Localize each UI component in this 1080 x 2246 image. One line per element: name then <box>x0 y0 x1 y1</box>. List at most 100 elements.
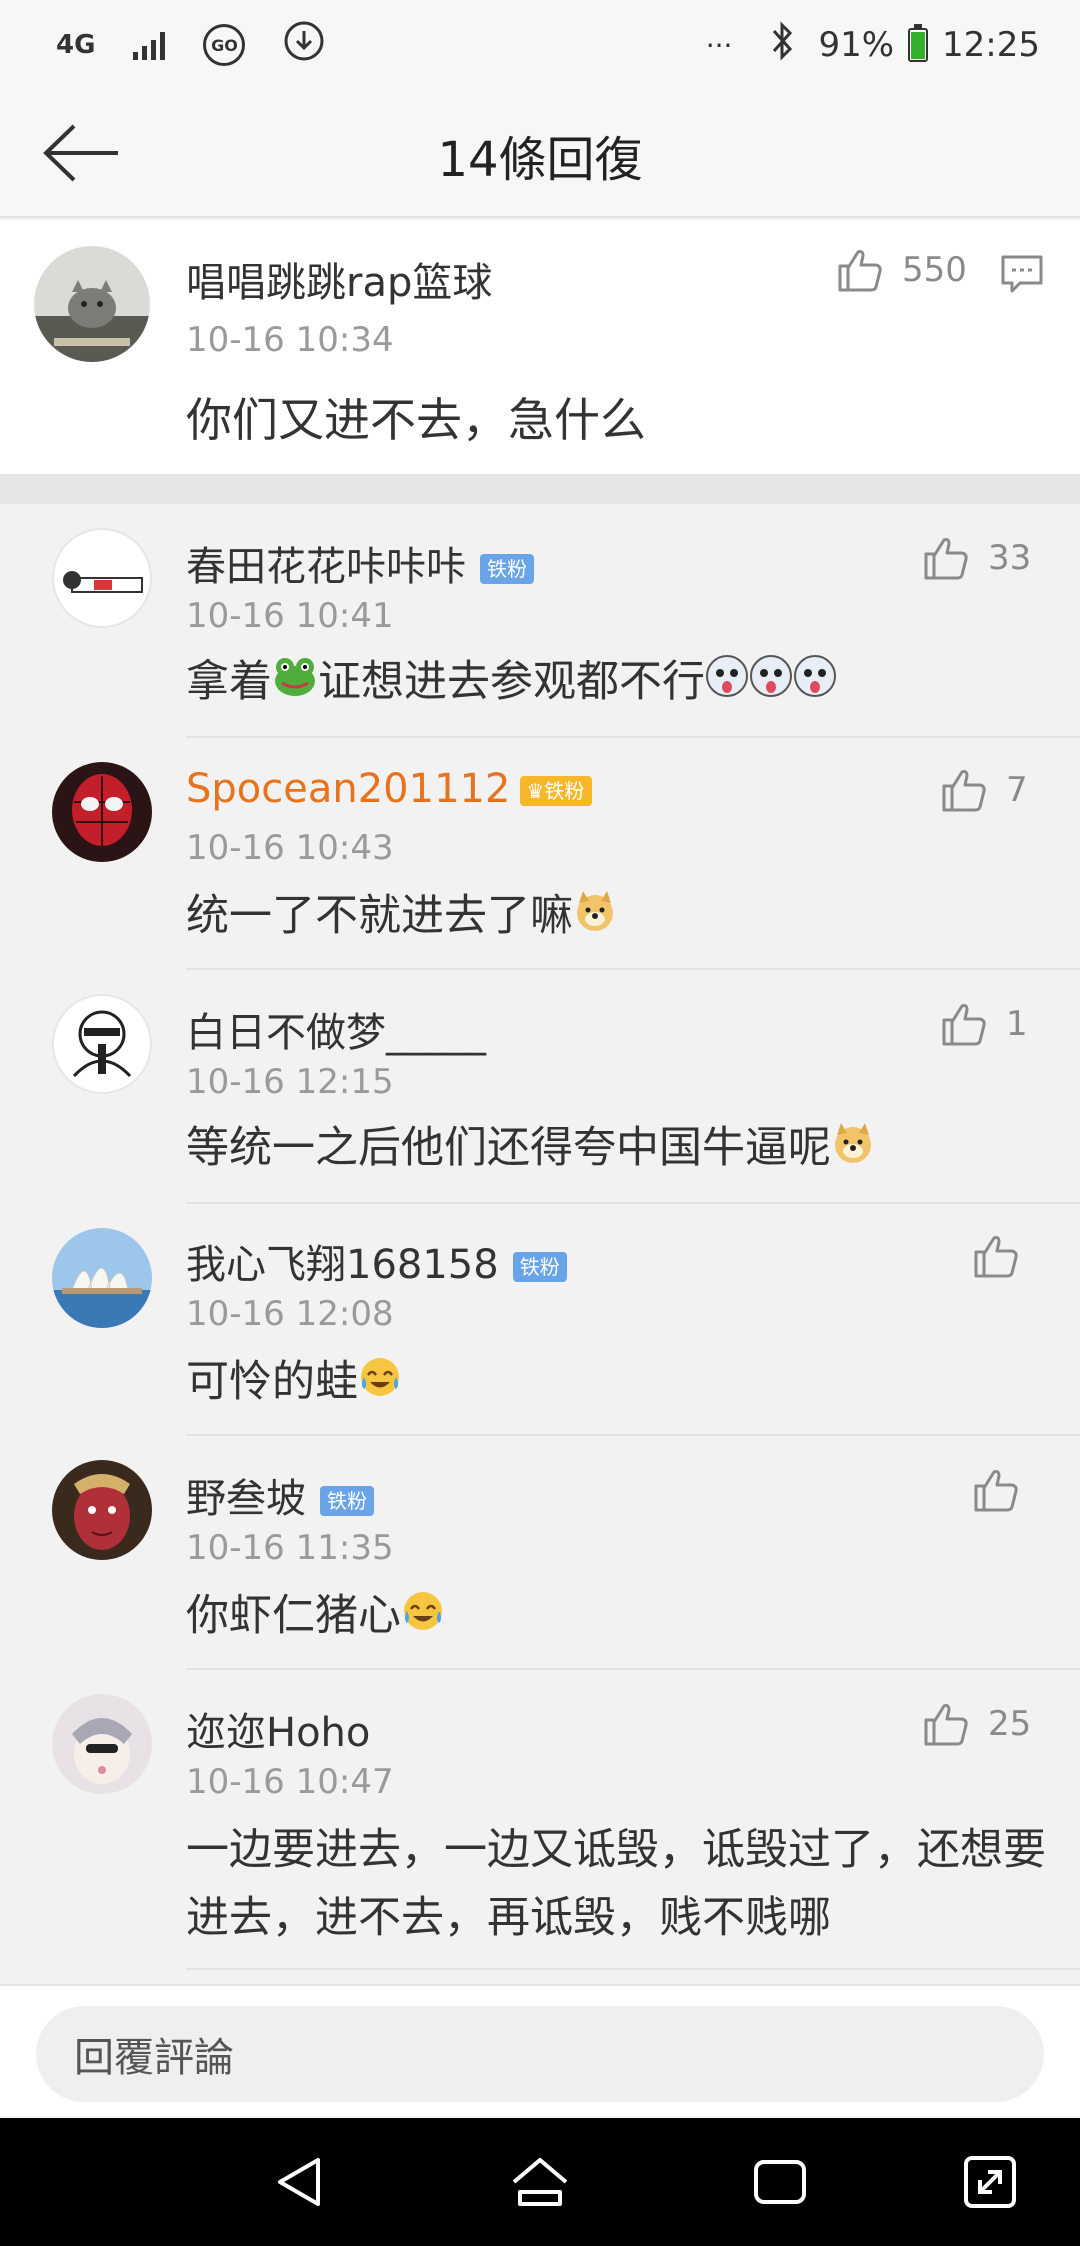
avatar[interactable] <box>52 1694 152 1794</box>
comment-icon <box>1001 255 1043 293</box>
fan-badge: 铁粉 <box>512 1252 567 1282</box>
frog-emoji <box>272 651 318 719</box>
author-name-text: Spocean201112 <box>186 766 511 812</box>
avatar[interactable] <box>52 1228 152 1328</box>
author-name[interactable]: Spocean201112 ♛铁粉 <box>186 766 593 812</box>
crying-laughing-emoji <box>401 1585 445 1653</box>
reply-item: 白日不做梦_____ 10-16 12:15 等统一之后他们还得夸中国牛逼呢 1 <box>0 970 1080 1204</box>
reply-comment-button[interactable] <box>1000 254 1044 298</box>
like-button[interactable]: 7 <box>940 766 1028 814</box>
nav-expand-button[interactable] <box>960 2152 1020 2212</box>
comment-text-part: 你虾仁猪心 <box>186 1591 401 1641</box>
author-name-text: 我心飞翔168158 <box>186 1242 499 1288</box>
doge-emoji <box>573 885 617 953</box>
comment-text-part: 可怜的蛙 <box>186 1357 358 1407</box>
author-name[interactable]: 我心飞翔168158 铁粉 <box>186 1232 567 1290</box>
reply-item: Spocean201112 ♛铁粉 10-16 10:43 统一了不就进去了嘛 7 <box>0 738 1080 970</box>
nav-back-icon <box>278 2158 320 2206</box>
comment-text: 你们又进不去，急什么 <box>186 393 646 447</box>
bluetooth-icon <box>770 20 796 70</box>
status-bar: 4G GO ··· 91% 12:25 <box>0 0 1080 90</box>
reply-item: 我心飞翔168158 铁粉 10-16 12:08 可怜的蛙 <box>0 1204 1080 1436</box>
avatar[interactable] <box>34 246 150 362</box>
reply-bar: 回覆評論 <box>0 1984 1080 2116</box>
thumbs-up-icon <box>838 250 882 292</box>
author-name-text: 春田花花咔咔咔 <box>186 544 466 590</box>
divider <box>186 1968 1080 1970</box>
comment-text-part: 证想进去参观都不行 <box>318 657 705 707</box>
comment-text: 拿着 证想进去参观都不行 <box>186 648 837 719</box>
nav-recents-icon <box>754 2160 806 2204</box>
like-button[interactable]: 25 <box>922 1700 1031 1748</box>
comment-text: 等统一之后他们还得夸中国牛逼呢 <box>186 1114 875 1185</box>
author-name[interactable]: 白日不做梦_____ <box>186 1000 486 1058</box>
nav-home-icon <box>512 2158 568 2206</box>
comment-time: 10-16 10:43 <box>186 828 394 868</box>
like-count: 550 <box>902 250 967 290</box>
comment-text: 可怜的蛙 <box>186 1348 402 1419</box>
nav-home-button[interactable] <box>510 2152 570 2212</box>
doge-emoji <box>831 1117 875 1185</box>
clock: 12:25 <box>942 25 1040 65</box>
expand-icon <box>964 2156 1016 2208</box>
comment-time: 10-16 11:35 <box>186 1528 394 1568</box>
like-count: 1 <box>1006 1004 1028 1044</box>
section-divider <box>0 474 1080 504</box>
comment-time: 10-16 12:15 <box>186 1062 394 1102</box>
like-count: 25 <box>988 1704 1032 1744</box>
thumbs-up-icon <box>924 538 968 580</box>
like-button[interactable]: 550 <box>836 246 967 294</box>
battery-percent: 91% <box>818 25 895 65</box>
download-icon <box>283 20 325 71</box>
comment-text: 一边要进去，一边又诋毁，诋毁过了，还想要进去，进不去，再诋毁，贱不贱哪 <box>186 1825 1046 1943</box>
go-icon: GO <box>203 24 246 66</box>
gold-fan-badge: ♛铁粉 <box>520 776 593 806</box>
signal-icon <box>133 30 166 60</box>
navigation-bar <box>0 2118 1080 2246</box>
thumbs-up-icon <box>942 770 986 812</box>
battery-icon <box>908 24 929 62</box>
crown-icon: ♛ <box>526 779 545 803</box>
fan-badge: 铁粉 <box>320 1486 374 1516</box>
thumbs-up-icon <box>974 1470 1018 1512</box>
like-button[interactable]: 1 <box>940 1000 1028 1048</box>
like-count: 7 <box>1006 770 1028 810</box>
comment-time: 10-16 10:34 <box>186 320 394 360</box>
nav-recents-button[interactable] <box>750 2152 810 2212</box>
badge-label: 铁粉 <box>544 779 585 803</box>
author-name[interactable]: 野叁坡 铁粉 <box>186 1466 374 1524</box>
husky-emoji <box>705 651 837 719</box>
page-title: 14條回復 <box>437 132 643 188</box>
like-button[interactable]: 33 <box>922 534 1031 582</box>
thumbs-up-icon <box>924 1704 968 1746</box>
avatar[interactable] <box>52 994 152 1094</box>
avatar[interactable] <box>52 528 152 628</box>
author-name[interactable]: 迩迩Hoho <box>186 1700 370 1758</box>
nav-back-button[interactable] <box>270 2152 330 2212</box>
fan-badge: 铁粉 <box>480 554 534 584</box>
reply-input[interactable]: 回覆評論 <box>36 2006 1044 2102</box>
like-button[interactable] <box>972 1466 1038 1514</box>
thumbs-up-icon <box>974 1236 1018 1278</box>
comment-text-part: 等统一之后他们还得夸中国牛逼呢 <box>186 1123 831 1173</box>
comment-text: 你虾仁猪心 <box>186 1582 445 1653</box>
avatar[interactable] <box>52 1460 152 1560</box>
reply-item: 迩迩Hoho 10-16 10:47 一边要进去，一边又诋毁，诋毁过了，还想要进… <box>0 1670 1080 1970</box>
thumbs-up-icon <box>942 1004 986 1046</box>
main-comment: 唱唱跳跳rap篮球 10-16 10:34 你们又进不去，急什么 550 <box>0 220 1080 474</box>
reply-item: 春田花花咔咔咔 铁粉 10-16 10:41 拿着 证想进去参观都不行 33 <box>0 504 1080 738</box>
reply-item: 野叁坡 铁粉 10-16 11:35 你虾仁猪心 <box>0 1436 1080 1670</box>
comment-time: 10-16 10:41 <box>186 596 394 636</box>
like-button[interactable] <box>972 1232 1038 1280</box>
network-type: 4G <box>56 30 96 60</box>
comment-text-part: 统一了不就进去了嘛 <box>186 891 573 941</box>
author-name-text: 野叁坡 <box>186 1476 306 1522</box>
crying-laughing-emoji <box>358 1351 402 1419</box>
author-name[interactable]: 唱唱跳跳rap篮球 <box>186 250 492 308</box>
author-name[interactable]: 春田花花咔咔咔 铁粉 <box>186 534 534 592</box>
app-bar: 14條回復 <box>0 90 1080 218</box>
more-icon: ··· <box>705 28 733 62</box>
comment-time: 10-16 12:08 <box>186 1294 394 1334</box>
avatar[interactable] <box>52 762 152 862</box>
comment-time: 10-16 10:47 <box>186 1762 394 1802</box>
